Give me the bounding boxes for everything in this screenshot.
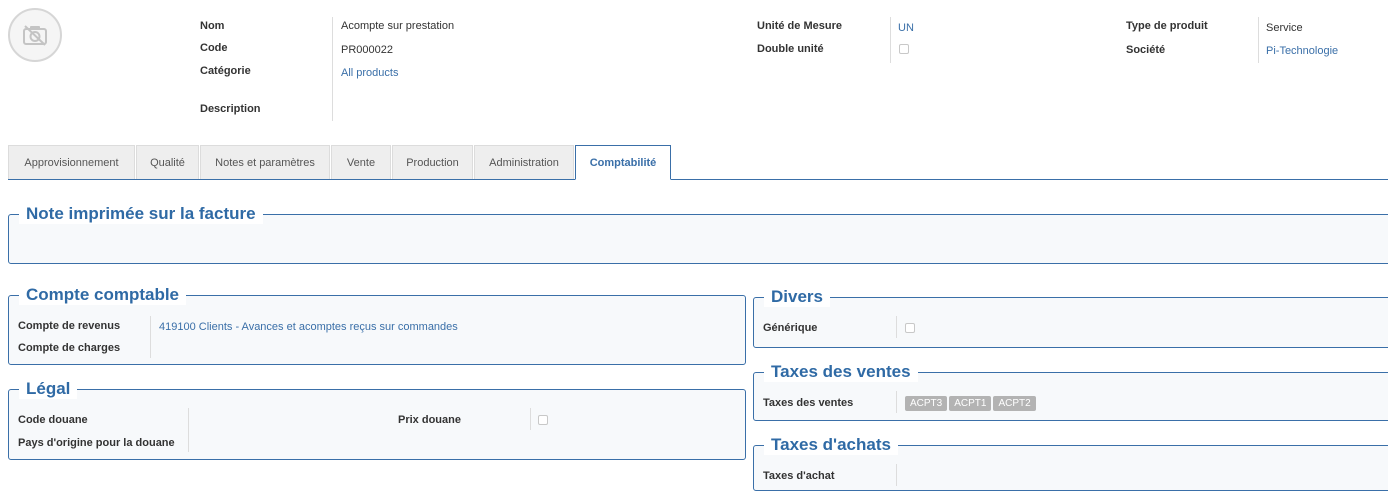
customs-price-label: Prix douane	[398, 414, 461, 426]
name-label: Nom	[200, 20, 225, 32]
tab-notes-parametres[interactable]: Notes et paramètres	[200, 145, 330, 179]
accounting-separator	[150, 316, 151, 358]
misc-separator	[896, 316, 897, 338]
origin-country-label: Pays d'origine pour la douane	[18, 437, 175, 449]
name-value[interactable]: Acompte sur prestation	[341, 20, 454, 32]
category-link[interactable]: All products	[341, 67, 398, 79]
customs-code-label: Code douane	[18, 414, 88, 426]
uom-label: Unité de Mesure	[757, 20, 842, 32]
generic-label: Générique	[763, 322, 818, 334]
legal-separator	[188, 408, 189, 452]
camera-off-icon	[23, 25, 47, 46]
purchase-taxes-label: Taxes d'achat	[763, 470, 835, 482]
purchase-taxes-title: Taxes d'achats	[764, 435, 898, 455]
tax-tag[interactable]: ACPT3	[905, 396, 948, 411]
revenue-account-label: Compte de revenus	[18, 320, 121, 332]
company-label: Société	[1126, 44, 1166, 56]
code-label: Code	[200, 42, 228, 54]
code-value[interactable]: PR000022	[341, 44, 393, 56]
product-image-placeholder[interactable]	[8, 8, 62, 62]
accounting-title: Compte comptable	[19, 285, 187, 305]
customs-price-separator	[530, 408, 531, 430]
tax-tag[interactable]: ACPT2	[993, 396, 1036, 411]
legal-fieldset: Légal Code douane Pays d'origine pour la…	[8, 379, 746, 460]
generic-checkbox[interactable]	[905, 323, 915, 333]
revenue-account-link[interactable]: 419100 Clients - Avances et acomptes reç…	[159, 321, 458, 333]
sales-taxes-label: Taxes des ventes	[763, 397, 854, 409]
invoice-note-fieldset: Note imprimée sur la facture	[8, 204, 1388, 264]
sales-taxes-fieldset: Taxes des ventes Taxes des ventes ACPT3 A…	[753, 362, 1388, 421]
tax-tag[interactable]: ACPT1	[949, 396, 992, 411]
description-label: Description	[200, 103, 261, 115]
sales-taxes-tags: ACPT3 ACPT1 ACPT2	[905, 396, 1038, 411]
tab-qualite[interactable]: Qualité	[136, 145, 199, 179]
tab-comptabilite[interactable]: Comptabilité	[575, 145, 671, 180]
header-separator	[332, 17, 333, 121]
misc-fieldset: Divers Générique	[753, 287, 1388, 348]
sales-taxes-separator	[896, 391, 897, 413]
company-link[interactable]: Pi-Technologie	[1266, 45, 1338, 57]
tab-production[interactable]: Production	[392, 145, 473, 179]
uom-link[interactable]: UN	[898, 22, 914, 34]
customs-price-checkbox[interactable]	[538, 415, 548, 425]
double-unit-label: Double unité	[757, 43, 824, 55]
product-type-value[interactable]: Service	[1266, 22, 1303, 34]
tab-administration[interactable]: Administration	[474, 145, 574, 179]
tab-approvisionnement[interactable]: Approvisionnement	[8, 145, 135, 179]
purchase-taxes-separator	[896, 464, 897, 486]
uom-separator	[890, 17, 891, 63]
sales-taxes-title: Taxes des ventes	[764, 362, 918, 382]
category-label: Catégorie	[200, 65, 251, 77]
product-type-label: Type de produit	[1126, 20, 1208, 32]
legal-title: Légal	[19, 379, 78, 399]
misc-title: Divers	[764, 287, 830, 307]
tab-vente[interactable]: Vente	[331, 145, 391, 179]
purchase-taxes-fieldset: Taxes d'achats Taxes d'achat	[753, 435, 1388, 491]
expense-account-label: Compte de charges	[18, 342, 121, 354]
tab-bar: Approvisionnement Qualité Notes et param…	[8, 145, 1388, 180]
double-unit-checkbox[interactable]	[899, 44, 909, 54]
type-separator	[1258, 17, 1259, 63]
accounting-fieldset: Compte comptable Compte de revenus Compt…	[8, 285, 746, 365]
invoice-note-title: Note imprimée sur la facture	[19, 204, 263, 224]
